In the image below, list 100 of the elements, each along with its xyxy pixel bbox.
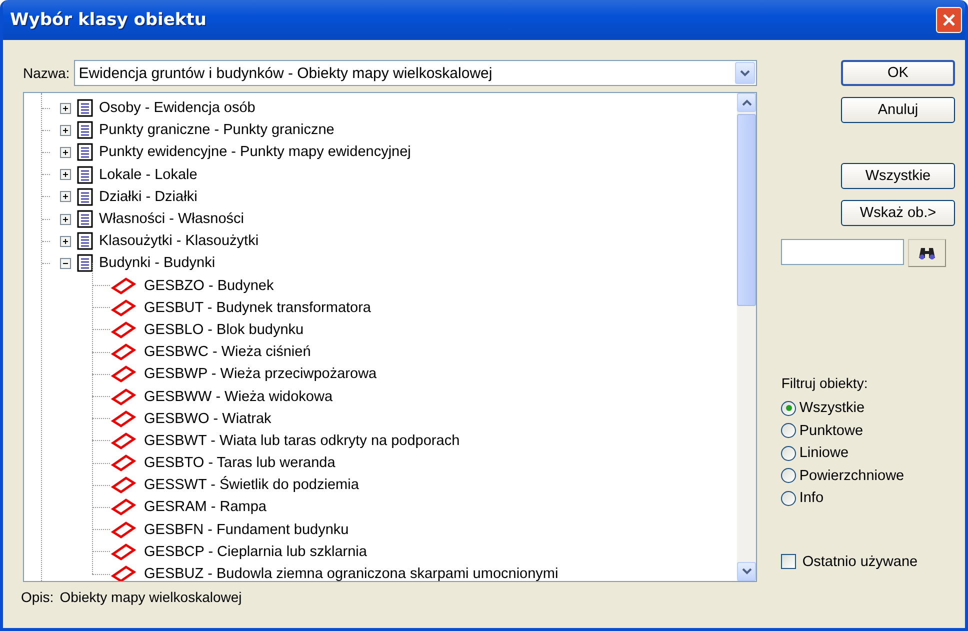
scroll-down-button[interactable] <box>737 562 756 581</box>
tree-item-label: GESSWT - Świetlik do podziemia <box>144 477 359 494</box>
expand-toggle[interactable] <box>60 102 71 114</box>
tree-item[interactable]: GESBWW - Wieża widokowa <box>24 385 738 408</box>
radio-option[interactable]: Punktowe <box>781 420 955 442</box>
polygon-icon <box>110 388 136 406</box>
name-label: Nazwa: <box>23 65 70 81</box>
scroll-thumb[interactable] <box>737 114 756 306</box>
polygon-icon <box>110 476 136 494</box>
select-all-button[interactable]: Wszystkie <box>841 163 955 189</box>
search-field[interactable] <box>781 239 904 265</box>
radio-button[interactable] <box>781 490 796 506</box>
radio-option[interactable]: Powierzchniowe <box>781 464 955 487</box>
tree-item-label: GESBUZ - Budowla ziemna ograniczona skarpami umocnionymi <box>144 566 558 581</box>
radio-button[interactable] <box>781 446 796 461</box>
expand-toggle[interactable] <box>60 236 71 247</box>
tree-item[interactable]: GESBZO - Budynek <box>24 274 738 297</box>
document-icon <box>77 232 93 250</box>
chevron-up-icon <box>742 99 752 106</box>
name-dropdown[interactable]: Ewidencja gruntów i budynków - Obiekty mapy wielkoskalowej <box>74 60 758 86</box>
tree-item[interactable]: GESBLO - Blok budynku <box>24 318 738 342</box>
tree-item[interactable]: GESBTO - Taras lub weranda <box>24 452 738 474</box>
close-button[interactable] <box>936 7 962 33</box>
cancel-button[interactable]: Anuluj <box>841 97 955 123</box>
polygon-icon <box>110 432 136 450</box>
tree-item[interactable]: GESSWT - Świetlik do podziemia <box>24 474 738 496</box>
tree-item-label: Klasoużytki - Klasoużytki <box>99 233 259 250</box>
tree-item[interactable]: Własności - Własności <box>24 208 738 230</box>
radio-button[interactable] <box>781 468 796 484</box>
tree-item[interactable]: Klasoużytki - Klasoużytki <box>24 230 738 252</box>
document-icon <box>77 99 93 118</box>
tree-item-label: Punkty ewidencyjne - Punkty mapy ewidencyjnej <box>99 144 411 160</box>
tree-item[interactable]: GESRAM - Rampa <box>24 496 738 519</box>
plus-icon <box>61 148 70 157</box>
window-title: Wybór klasy obiektu <box>10 10 206 30</box>
tree-item-label: Własności - Własności <box>99 211 244 228</box>
polygon-icon <box>110 520 136 539</box>
tree-item-label: Lokale - Lokale <box>99 166 198 183</box>
tree-item[interactable]: Punkty graniczne - Punkty graniczne <box>24 119 738 142</box>
tree-item[interactable]: Budynki - Budynki <box>24 252 738 274</box>
expand-toggle[interactable] <box>60 214 71 225</box>
plus-icon <box>61 126 70 135</box>
tree-item[interactable]: GESBUT - Budynek transformatora <box>24 296 738 319</box>
filter-label: Filtruj obiekty: <box>781 375 869 391</box>
polygon-icon <box>110 498 136 516</box>
polygon-icon <box>110 343 136 362</box>
radio-option[interactable]: Liniowe <box>781 442 955 464</box>
tree-item[interactable]: GESBWT - Wiata lub taras odkryty na podporach <box>24 430 738 452</box>
tree-item[interactable]: Osoby - Ewidencja osób <box>24 97 738 120</box>
expand-toggle[interactable] <box>60 124 71 136</box>
polygon-icon <box>110 365 136 384</box>
ok-button[interactable]: OK <box>841 60 955 86</box>
radio-option[interactable]: Info <box>781 487 955 510</box>
expand-toggle[interactable] <box>60 191 71 202</box>
document-icon <box>77 254 93 272</box>
document-icon <box>77 188 93 206</box>
expand-toggle[interactable] <box>60 146 71 158</box>
radio-option[interactable]: Wszystkie <box>781 397 955 420</box>
tree-item-label: GESBZO - Budynek <box>144 278 274 294</box>
recent-checkbox[interactable]: Ostatnio używane <box>781 554 955 570</box>
tree-item-label: GESBUT - Budynek transformatora <box>144 300 371 316</box>
pick-object-button[interactable]: Wskaż ob.> <box>841 200 955 226</box>
tree-item[interactable]: GESBCP - Cieplarnia lub szklarnia <box>24 540 738 563</box>
polygon-icon <box>110 410 136 428</box>
tree-item[interactable]: Punkty ewidencyjne - Punkty mapy ewidencyjnej <box>24 141 738 164</box>
tree-item[interactable]: GESBWC - Wieża ciśnień <box>24 341 738 364</box>
tree-item[interactable]: GESBUZ - Budowla ziemna ograniczona skarpami umocnionymi <box>24 562 738 581</box>
plus-icon <box>61 170 70 180</box>
tree-item-label: GESBWW - Wieża widokowa <box>144 388 333 405</box>
checkbox[interactable] <box>781 554 796 569</box>
tree-item-label: GESBWP - Wieża przeciwpożarowa <box>144 366 377 382</box>
find-button[interactable] <box>908 239 946 267</box>
document-icon <box>77 166 93 184</box>
dropdown-button[interactable] <box>735 62 756 84</box>
scroll-up-button[interactable] <box>737 93 756 112</box>
tree-item-label: GESBTO - Taras lub weranda <box>144 455 336 472</box>
chevron-down-icon <box>742 568 752 575</box>
tree-item-label: GESBCP - Cieplarnia lub szklarnia <box>144 544 367 560</box>
plus-icon <box>61 192 70 202</box>
tree-item[interactable]: GESBWO - Wiatrak <box>24 408 738 430</box>
expand-toggle[interactable] <box>60 169 71 180</box>
tree-item[interactable]: GESBFN - Fundament budynku <box>24 518 738 541</box>
tree-item[interactable]: GESBWP - Wieża przeciwpożarowa <box>24 363 738 386</box>
chevron-down-icon <box>740 70 750 76</box>
tree-item-label: GESBWT - Wiata lub taras odkryty na podporach <box>144 432 460 449</box>
radio-button[interactable] <box>781 423 796 438</box>
tree-item[interactable]: Lokale - Lokale <box>24 164 738 186</box>
tree-item-label: GESBWC - Wieża ciśnień <box>144 344 311 360</box>
close-icon <box>942 13 956 27</box>
plus-icon <box>61 104 70 113</box>
scrollbar[interactable] <box>737 93 756 581</box>
tree-item-label: GESBFN - Fundament budynku <box>144 522 349 538</box>
document-icon <box>77 210 93 228</box>
tree-item-label: GESRAM - Rampa <box>144 499 266 516</box>
document-icon <box>77 143 93 162</box>
polygon-icon <box>110 298 136 317</box>
tree-item-label: Budynki - Budynki <box>99 255 216 272</box>
radio-button[interactable] <box>781 400 796 416</box>
tree-item[interactable]: Działki - Działki <box>24 186 738 208</box>
expand-toggle[interactable] <box>60 258 71 269</box>
